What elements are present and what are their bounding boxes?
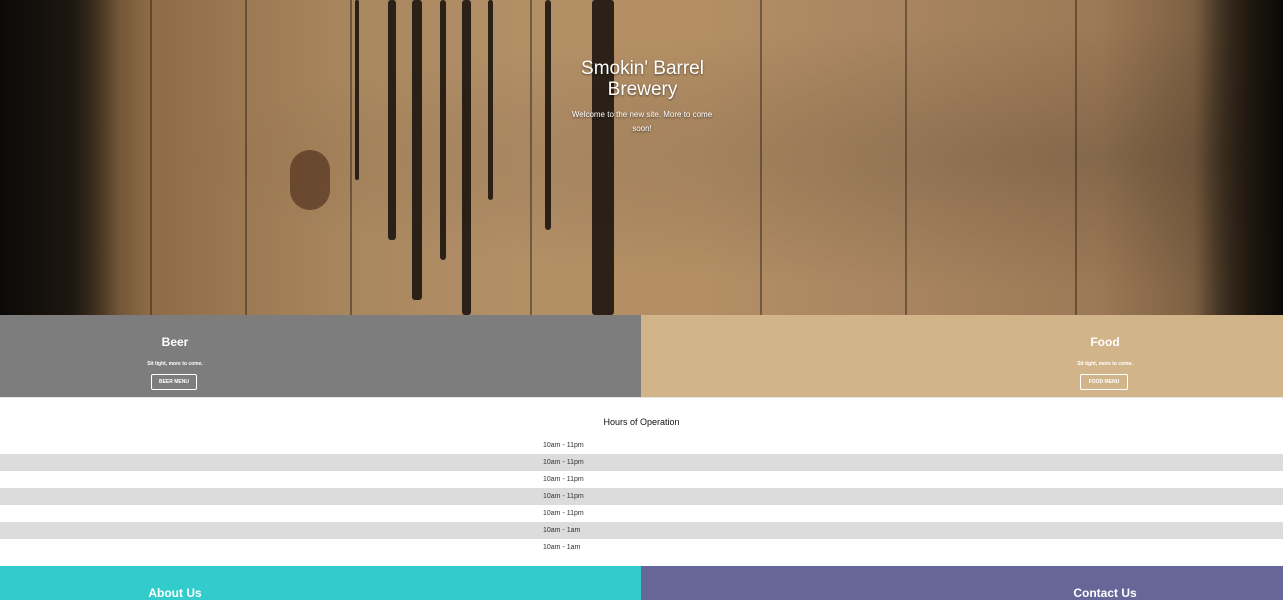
barrel-stain (488, 0, 493, 200)
barrel-stain (462, 0, 471, 315)
hero-banner: Smokin' Barrel Brewery Welcome to the ne… (0, 0, 1283, 315)
hero-subtitle: Welcome to the new site. More to come so… (571, 110, 713, 133)
hours-value: 10am - 11pm (543, 510, 584, 517)
barrel-plank (150, 0, 152, 315)
barrel-plank (350, 0, 352, 315)
beer-section: Beer Sit tight, more to come. BEER MENU (0, 315, 641, 397)
barrel-stain (440, 0, 446, 260)
about-heading: About Us (148, 586, 202, 600)
beer-text: Sit tight, more to come. (147, 361, 203, 367)
hours-value: 10am - 11pm (543, 476, 584, 483)
hours-row: 10am - 11pm (0, 471, 1283, 488)
beer-menu-button[interactable]: BEER MENU (151, 374, 197, 390)
barrel-stain (412, 0, 422, 300)
hours-section: Hours of Operation 10am - 11pm 10am - 11… (0, 397, 1283, 567)
barrel-plank (530, 0, 532, 315)
hours-row: 10am - 11pm (0, 505, 1283, 522)
hours-row: 10am - 1am (0, 539, 1283, 556)
contact-section: Contact Us (641, 566, 1283, 600)
barrel-plank (245, 0, 247, 315)
hours-value: 10am - 11pm (543, 459, 584, 466)
about-section: About Us (0, 566, 641, 600)
hero-title: Smokin' Barrel Brewery (581, 58, 704, 100)
hours-row: 10am - 11pm (0, 454, 1283, 471)
barrel-stain (290, 150, 330, 210)
beer-heading: Beer (161, 335, 189, 349)
barrel-stain (355, 0, 359, 180)
hours-value: 10am - 1am (543, 527, 581, 534)
barrel-plank (1075, 0, 1077, 315)
food-section: Food Sit tight, more to come. FOOD MENU (641, 315, 1283, 397)
barrel-hoop (1193, 0, 1283, 315)
hours-row: 10am - 1am (0, 522, 1283, 539)
barrel-plank (760, 0, 762, 315)
food-heading: Food (1090, 335, 1120, 349)
food-menu-button[interactable]: FOOD MENU (1080, 374, 1128, 390)
barrel-stain (545, 0, 551, 230)
barrel-plank (905, 0, 907, 315)
hours-row: 10am - 11pm (0, 488, 1283, 505)
barrel-hoop (0, 0, 120, 315)
hours-value: 10am - 11pm (543, 493, 584, 500)
contact-heading: Contact Us (1073, 586, 1137, 600)
barrel-stain (592, 0, 614, 315)
hours-value: 10am - 11pm (543, 442, 584, 449)
food-text: Sit tight, more to come. (1077, 361, 1133, 367)
hours-value: 10am - 1am (543, 544, 581, 551)
barrel-stain (388, 0, 396, 240)
hours-row: 10am - 11pm (0, 437, 1283, 454)
hours-heading: Hours of Operation (603, 417, 680, 427)
